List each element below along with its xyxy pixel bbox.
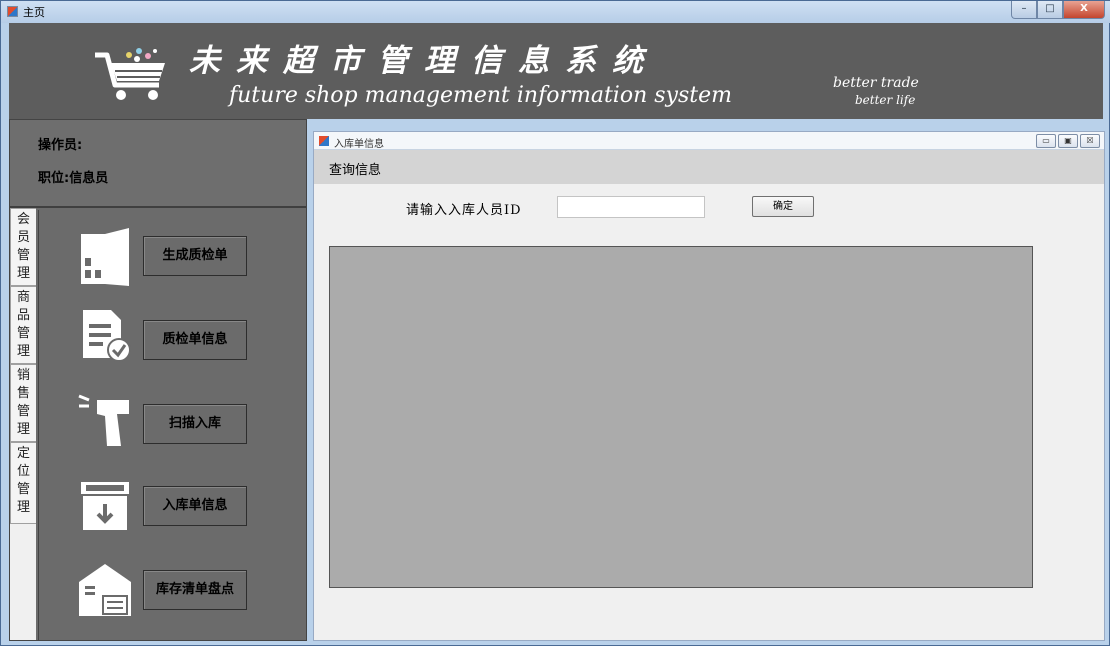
header-banner: 未来超市管理信息系统 future shop management inform… xyxy=(9,23,1103,119)
stock-in-staff-id-input[interactable] xyxy=(557,196,705,218)
menu-query-info[interactable]: 查询信息 xyxy=(329,159,381,178)
banner-title-cn: 未来超市管理信息系统 xyxy=(189,43,659,79)
barcode-scanner-icon xyxy=(78,394,129,446)
child-restore-button[interactable]: ▣ xyxy=(1058,134,1078,148)
tab-product-management[interactable]: 商品管理 xyxy=(10,286,36,364)
tab-sales-management[interactable]: 销售管理 xyxy=(10,364,36,442)
shopping-cart-icon xyxy=(95,48,165,100)
position-label: 职位:信息员 xyxy=(38,171,109,186)
operator-label: 操作员: xyxy=(38,138,83,153)
slogan-line-1: better trade xyxy=(833,75,919,91)
tab-member-management[interactable]: 会员管理 xyxy=(10,208,36,286)
stock-in-staff-id-label: 请输入入库人员ID xyxy=(402,197,542,218)
results-data-grid[interactable] xyxy=(329,246,1033,588)
archive-box-icon xyxy=(81,482,129,530)
child-minimize-button[interactable]: ▭ xyxy=(1036,134,1056,148)
vertical-tab-strip: 会员管理 商品管理 销售管理 定位管理 xyxy=(10,208,36,640)
main-window: 主页 – □ X 未来超市管理信息系统 future shop manageme… xyxy=(0,0,1110,646)
tab-label: 销售管理 xyxy=(16,368,30,437)
child-window-title: 入库单信息 xyxy=(334,139,384,150)
title-bar[interactable]: 主页 – □ X xyxy=(1,1,1110,23)
nav-button-inventory-check[interactable]: 库存清单盘点 xyxy=(143,570,247,610)
tab-label: 会员管理 xyxy=(16,212,30,281)
window-title: 主页 xyxy=(23,6,45,19)
nav-button-generate-inspection[interactable]: 生成质检单 xyxy=(143,236,247,276)
operator-info: 操作员: 职位:信息员 xyxy=(10,120,306,208)
form-icon xyxy=(319,136,329,146)
tab-label: 定位管理 xyxy=(16,446,30,515)
nav-button-inspection-info[interactable]: 质检单信息 xyxy=(143,320,247,360)
nav-area: 生成质检单 质检单信息 扫描入库 入库单信息 库存清单盘点 xyxy=(38,210,306,640)
close-button[interactable]: X xyxy=(1063,1,1105,19)
maximize-button[interactable]: □ xyxy=(1037,1,1063,19)
child-window-controls: ▭ ▣ ☒ xyxy=(1036,134,1100,148)
warehouse-icon xyxy=(79,564,131,616)
building-icon xyxy=(81,228,129,286)
slogan-line-2: better life xyxy=(855,93,916,107)
tab-label: 商品管理 xyxy=(16,290,30,359)
banner-title-en: future shop management information syste… xyxy=(229,83,732,108)
confirm-button[interactable]: 确定 xyxy=(752,196,814,217)
document-check-icon xyxy=(83,310,131,362)
nav-button-scan-stock-in[interactable]: 扫描入库 xyxy=(143,404,247,444)
child-close-button[interactable]: ☒ xyxy=(1080,134,1100,148)
child-title-bar[interactable]: 入库单信息 ▭ ▣ ☒ xyxy=(314,132,1104,150)
child-window-stock-in-info: 入库单信息 ▭ ▣ ☒ 查询信息 请输入入库人员ID 确定 xyxy=(313,131,1105,641)
nav-button-stock-in-info[interactable]: 入库单信息 xyxy=(143,486,247,526)
left-panel: 操作员: 职位:信息员 会员管理 商品管理 销售管理 定位管理 生成质检单 质检… xyxy=(9,119,307,641)
window-controls: – □ X xyxy=(1011,1,1105,19)
tab-location-management[interactable]: 定位管理 xyxy=(10,442,36,524)
menu-bar: 查询信息 xyxy=(314,150,1104,184)
minimize-button[interactable]: – xyxy=(1011,1,1037,19)
app-icon xyxy=(7,6,18,17)
query-form: 请输入入库人员ID 确定 xyxy=(314,184,1104,640)
